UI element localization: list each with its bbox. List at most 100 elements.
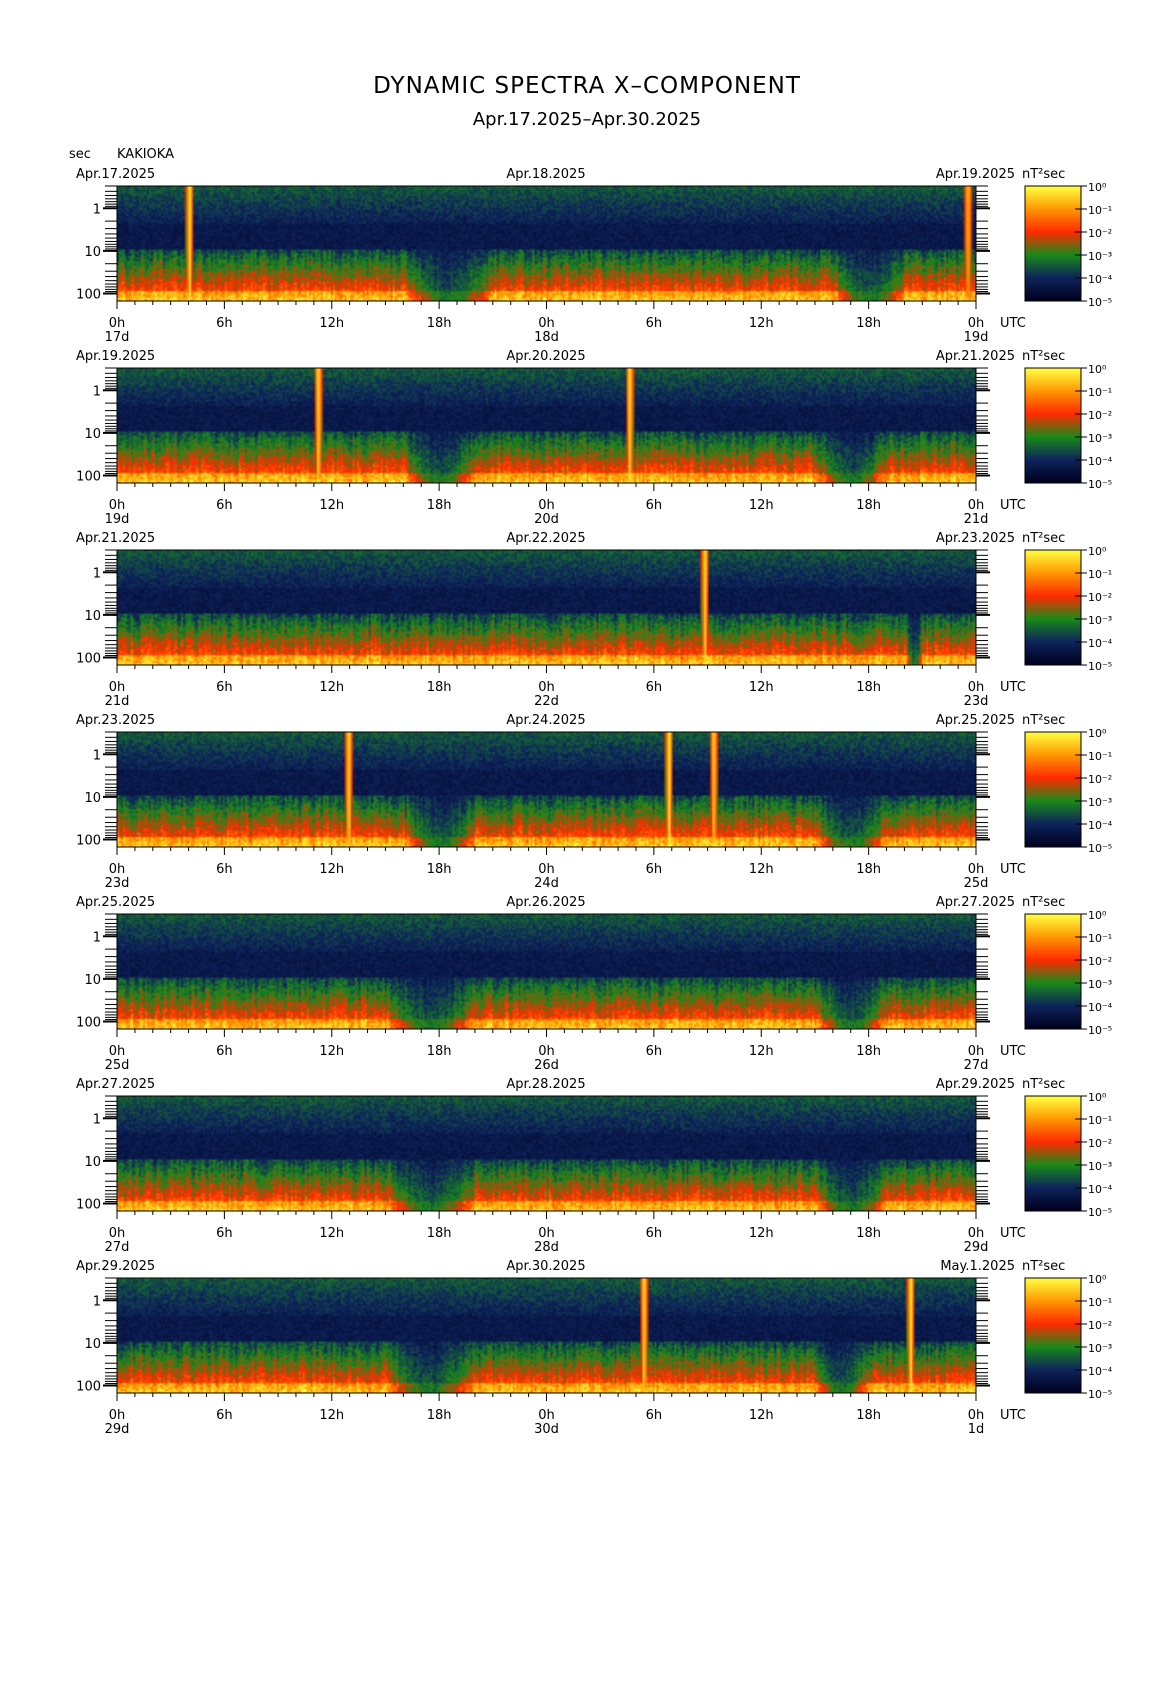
x-tick-label: 18h: [427, 862, 452, 877]
x-tick-label: 6h: [216, 1408, 233, 1423]
x-tick-label: 18h: [856, 316, 881, 331]
x-tick-label: 18h: [856, 862, 881, 877]
x-tick-label: 6h: [646, 316, 663, 331]
day-label: 21d: [964, 512, 989, 527]
y-unit-label: sec: [69, 147, 91, 162]
colorbar-tick-label: 10⁻³: [1088, 614, 1112, 627]
colorbar-tick-label: 10⁻²: [1088, 1137, 1112, 1150]
spectra-panel: Apr.25.2025 Apr.26.2025 Apr.27.2025 nT²sec 1…: [76, 895, 1113, 1073]
dynamic-spectra-figure: DYNAMIC SPECTRA X–COMPONENT Apr.17.2025–…: [69, 73, 1113, 1437]
colorbar-tick-label: 10⁻³: [1088, 978, 1112, 991]
spectra-panel: Apr.19.2025 Apr.20.2025 Apr.21.2025 nT²sec 1…: [76, 349, 1113, 527]
colorbar: [1025, 550, 1081, 665]
colorbar-tick-label: 10⁻¹: [1088, 750, 1112, 763]
panel-date-start: Apr.17.2025: [76, 167, 155, 182]
colorbar-tick-label: 10⁻²: [1088, 1319, 1112, 1332]
day-label: 1d: [968, 1422, 985, 1437]
colorbar-tick-label: 10⁻³: [1088, 250, 1112, 263]
colorbar: [1025, 1278, 1081, 1393]
day-label: 27d: [964, 1058, 989, 1073]
colorbar-tick-label: 10⁻¹: [1088, 1296, 1112, 1309]
x-tick-label: 12h: [319, 680, 344, 695]
colorbar-tick-label: 10⁻¹: [1088, 204, 1112, 217]
y-tick-label: 1: [93, 748, 101, 763]
colorbar-tick-label: 10⁻³: [1088, 432, 1112, 445]
x-tick-label: 18h: [856, 1226, 881, 1241]
x-tick-label: 0h: [538, 498, 555, 513]
panel-date-end: Apr.19.2025: [936, 167, 1015, 182]
colorbar-tick-label: 10⁻³: [1088, 796, 1112, 809]
colorbar: [1025, 1096, 1081, 1211]
colorbar-tick-label: 10⁰: [1088, 363, 1107, 376]
y-tick-label: 1: [93, 1294, 101, 1309]
x-tick-label: 6h: [216, 498, 233, 513]
colorbar-tick-label: 10⁻⁴: [1088, 1365, 1113, 1378]
day-label: 19d: [105, 512, 130, 527]
colorbar-tick-label: 10⁰: [1088, 727, 1107, 740]
colorbar-unit: nT²sec: [1022, 895, 1065, 910]
day-label: 27d: [105, 1240, 130, 1255]
x-tick-label: 6h: [646, 1226, 663, 1241]
panel-date-start: Apr.27.2025: [76, 1077, 155, 1092]
x-tick-label: 0h: [109, 1226, 126, 1241]
spectrogram-image: [117, 914, 976, 1029]
x-tick-label: 12h: [319, 1044, 344, 1059]
colorbar-unit: nT²sec: [1022, 167, 1065, 182]
y-tick-label: 10: [84, 1155, 101, 1170]
colorbar-tick-label: 10⁻³: [1088, 1342, 1112, 1355]
x-tick-label: 12h: [319, 498, 344, 513]
x-tick-label: 12h: [749, 1226, 774, 1241]
colorbar-unit: nT²sec: [1022, 349, 1065, 364]
y-tick-label: 100: [76, 469, 101, 484]
colorbar-tick-label: 10⁻⁵: [1088, 1206, 1112, 1219]
panel-date-mid: Apr.28.2025: [506, 1077, 585, 1092]
panel-date-mid: Apr.30.2025: [506, 1259, 585, 1274]
x-tick-label: 6h: [646, 680, 663, 695]
day-label: 18d: [534, 330, 559, 345]
day-label: 25d: [105, 1058, 130, 1073]
x-tick-label: 6h: [216, 316, 233, 331]
colorbar-tick-label: 10⁻²: [1088, 955, 1112, 968]
colorbar-tick-label: 10⁻³: [1088, 1160, 1112, 1173]
colorbar-tick-label: 10⁻⁴: [1088, 1183, 1113, 1196]
day-label: 25d: [964, 876, 989, 891]
x-tick-label: 12h: [319, 1226, 344, 1241]
x-tick-label: 0h: [538, 1044, 555, 1059]
colorbar-tick-label: 10⁻²: [1088, 591, 1112, 604]
colorbar: [1025, 368, 1081, 483]
x-tick-label: 0h: [968, 1044, 985, 1059]
x-tick-label: 18h: [427, 1226, 452, 1241]
colorbar-unit: nT²sec: [1022, 1077, 1065, 1092]
x-tick-label: 0h: [109, 498, 126, 513]
day-label: 23d: [105, 876, 130, 891]
day-label: 23d: [964, 694, 989, 709]
panel-date-start: Apr.29.2025: [76, 1259, 155, 1274]
utc-label: UTC: [1000, 1408, 1026, 1423]
x-tick-label: 0h: [968, 862, 985, 877]
day-label: 29d: [105, 1422, 130, 1437]
x-tick-label: 0h: [538, 1408, 555, 1423]
x-tick-label: 18h: [856, 1408, 881, 1423]
panels: Apr.17.2025 Apr.18.2025 Apr.19.2025 nT²sec 1…: [76, 167, 1113, 1437]
y-tick-label: 1: [93, 930, 101, 945]
x-tick-label: 12h: [749, 1044, 774, 1059]
x-tick-label: 18h: [856, 1044, 881, 1059]
day-label: 29d: [964, 1240, 989, 1255]
panel-date-mid: Apr.26.2025: [506, 895, 585, 910]
x-tick-label: 18h: [427, 680, 452, 695]
utc-label: UTC: [1000, 316, 1026, 331]
day-label: 21d: [105, 694, 130, 709]
x-tick-label: 18h: [427, 1044, 452, 1059]
x-tick-label: 18h: [427, 498, 452, 513]
colorbar-tick-label: 10⁰: [1088, 181, 1107, 194]
spectrogram-image: [117, 1278, 976, 1393]
colorbar-tick-label: 10⁻⁵: [1088, 296, 1112, 309]
colorbar-tick-label: 10⁻²: [1088, 773, 1112, 786]
colorbar-tick-label: 10⁻⁵: [1088, 1388, 1112, 1401]
x-tick-label: 0h: [968, 680, 985, 695]
panel-date-end: Apr.23.2025: [936, 531, 1015, 546]
x-tick-label: 0h: [109, 1044, 126, 1059]
y-tick-label: 100: [76, 287, 101, 302]
panel-date-end: Apr.27.2025: [936, 895, 1015, 910]
x-tick-label: 0h: [538, 1226, 555, 1241]
